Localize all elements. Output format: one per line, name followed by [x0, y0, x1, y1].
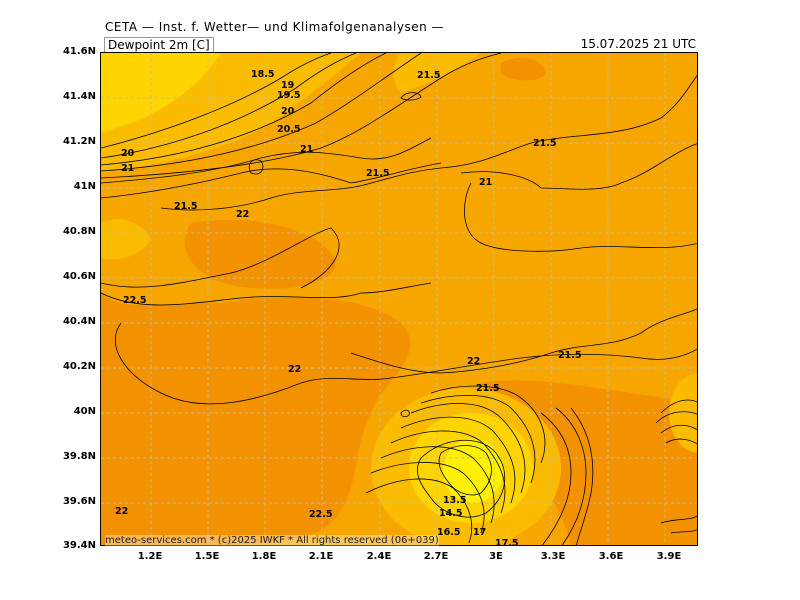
chart-source-title: CETA — Inst. f. Wetter— und Klimafolgena…: [105, 20, 445, 34]
contour-label: 20: [121, 148, 135, 159]
contour-label: 21: [121, 163, 134, 174]
x-tick-label: 3E: [489, 551, 503, 562]
contour-label: 20: [281, 106, 295, 117]
y-tick-label: 41.2N: [62, 136, 96, 147]
contour-label: 18.5: [251, 69, 274, 80]
y-tick-label: 40N: [73, 406, 96, 417]
y-tick-label: 40.6N: [62, 271, 96, 282]
contour-label: 22: [467, 356, 480, 367]
y-tick-label: 41.6N: [62, 46, 96, 57]
map-canvas: 18.5 19 19.5 20 20.5 21 20 21 21.5 22 21…: [101, 53, 697, 546]
contour-label: 13.5: [443, 495, 466, 506]
y-tick-label: 41.4N: [62, 91, 96, 102]
contour-label: 17.5: [495, 538, 518, 546]
x-tick-label: 1.2E: [137, 551, 163, 562]
contour-label: 22: [236, 209, 249, 220]
x-tick-label: 3.6E: [598, 551, 624, 562]
x-tick-label: 1.8E: [251, 551, 277, 562]
contour-label: 21.5: [417, 70, 440, 81]
x-tick-label: 2.4E: [366, 551, 392, 562]
contour-label: 22: [288, 364, 301, 375]
contour-label: 22: [115, 506, 128, 517]
contour-label: 14.5: [439, 508, 462, 519]
contour-label: 20.5: [277, 124, 300, 135]
x-tick-label: 2.1E: [308, 551, 334, 562]
y-tick-label: 40.4N: [62, 316, 96, 327]
y-tick-label: 39.8N: [62, 451, 96, 462]
y-tick-label: 41N: [73, 181, 96, 192]
y-tick-label: 40.2N: [62, 361, 96, 372]
x-tick-label: 2.7E: [423, 551, 449, 562]
parameter-label: Dewpoint 2m [C]: [104, 37, 214, 53]
contour-label: 21.5: [476, 383, 499, 394]
contour-label: 21: [479, 177, 492, 188]
x-tick-label: 3.9E: [656, 551, 682, 562]
y-tick-label: 39.6N: [62, 496, 96, 507]
x-tick-label: 1.5E: [194, 551, 220, 562]
contour-label: 19.5: [277, 90, 300, 101]
valid-time-label: 15.07.2025 21 UTC: [580, 37, 696, 51]
contour-label: 22.5: [309, 509, 332, 520]
contour-label: 17: [473, 527, 486, 538]
contour-label: 16.5: [437, 527, 460, 538]
y-tick-label: 39.4N: [62, 540, 96, 551]
x-tick-label: 3.3E: [540, 551, 566, 562]
contour-label: 21.5: [174, 201, 197, 212]
contour-label: 21.5: [533, 138, 556, 149]
y-tick-label: 40.8N: [62, 226, 96, 237]
contour-label: 21: [300, 144, 313, 155]
contour-label: 21.5: [558, 350, 581, 361]
copyright-credit: meteo-services.com * (c)2025 IWKF * All …: [105, 535, 439, 546]
dewpoint-map: 18.5 19 19.5 20 20.5 21 20 21 21.5 22 21…: [100, 52, 698, 546]
contour-label: 21.5: [366, 168, 389, 179]
contour-label: 22.5: [123, 295, 146, 306]
